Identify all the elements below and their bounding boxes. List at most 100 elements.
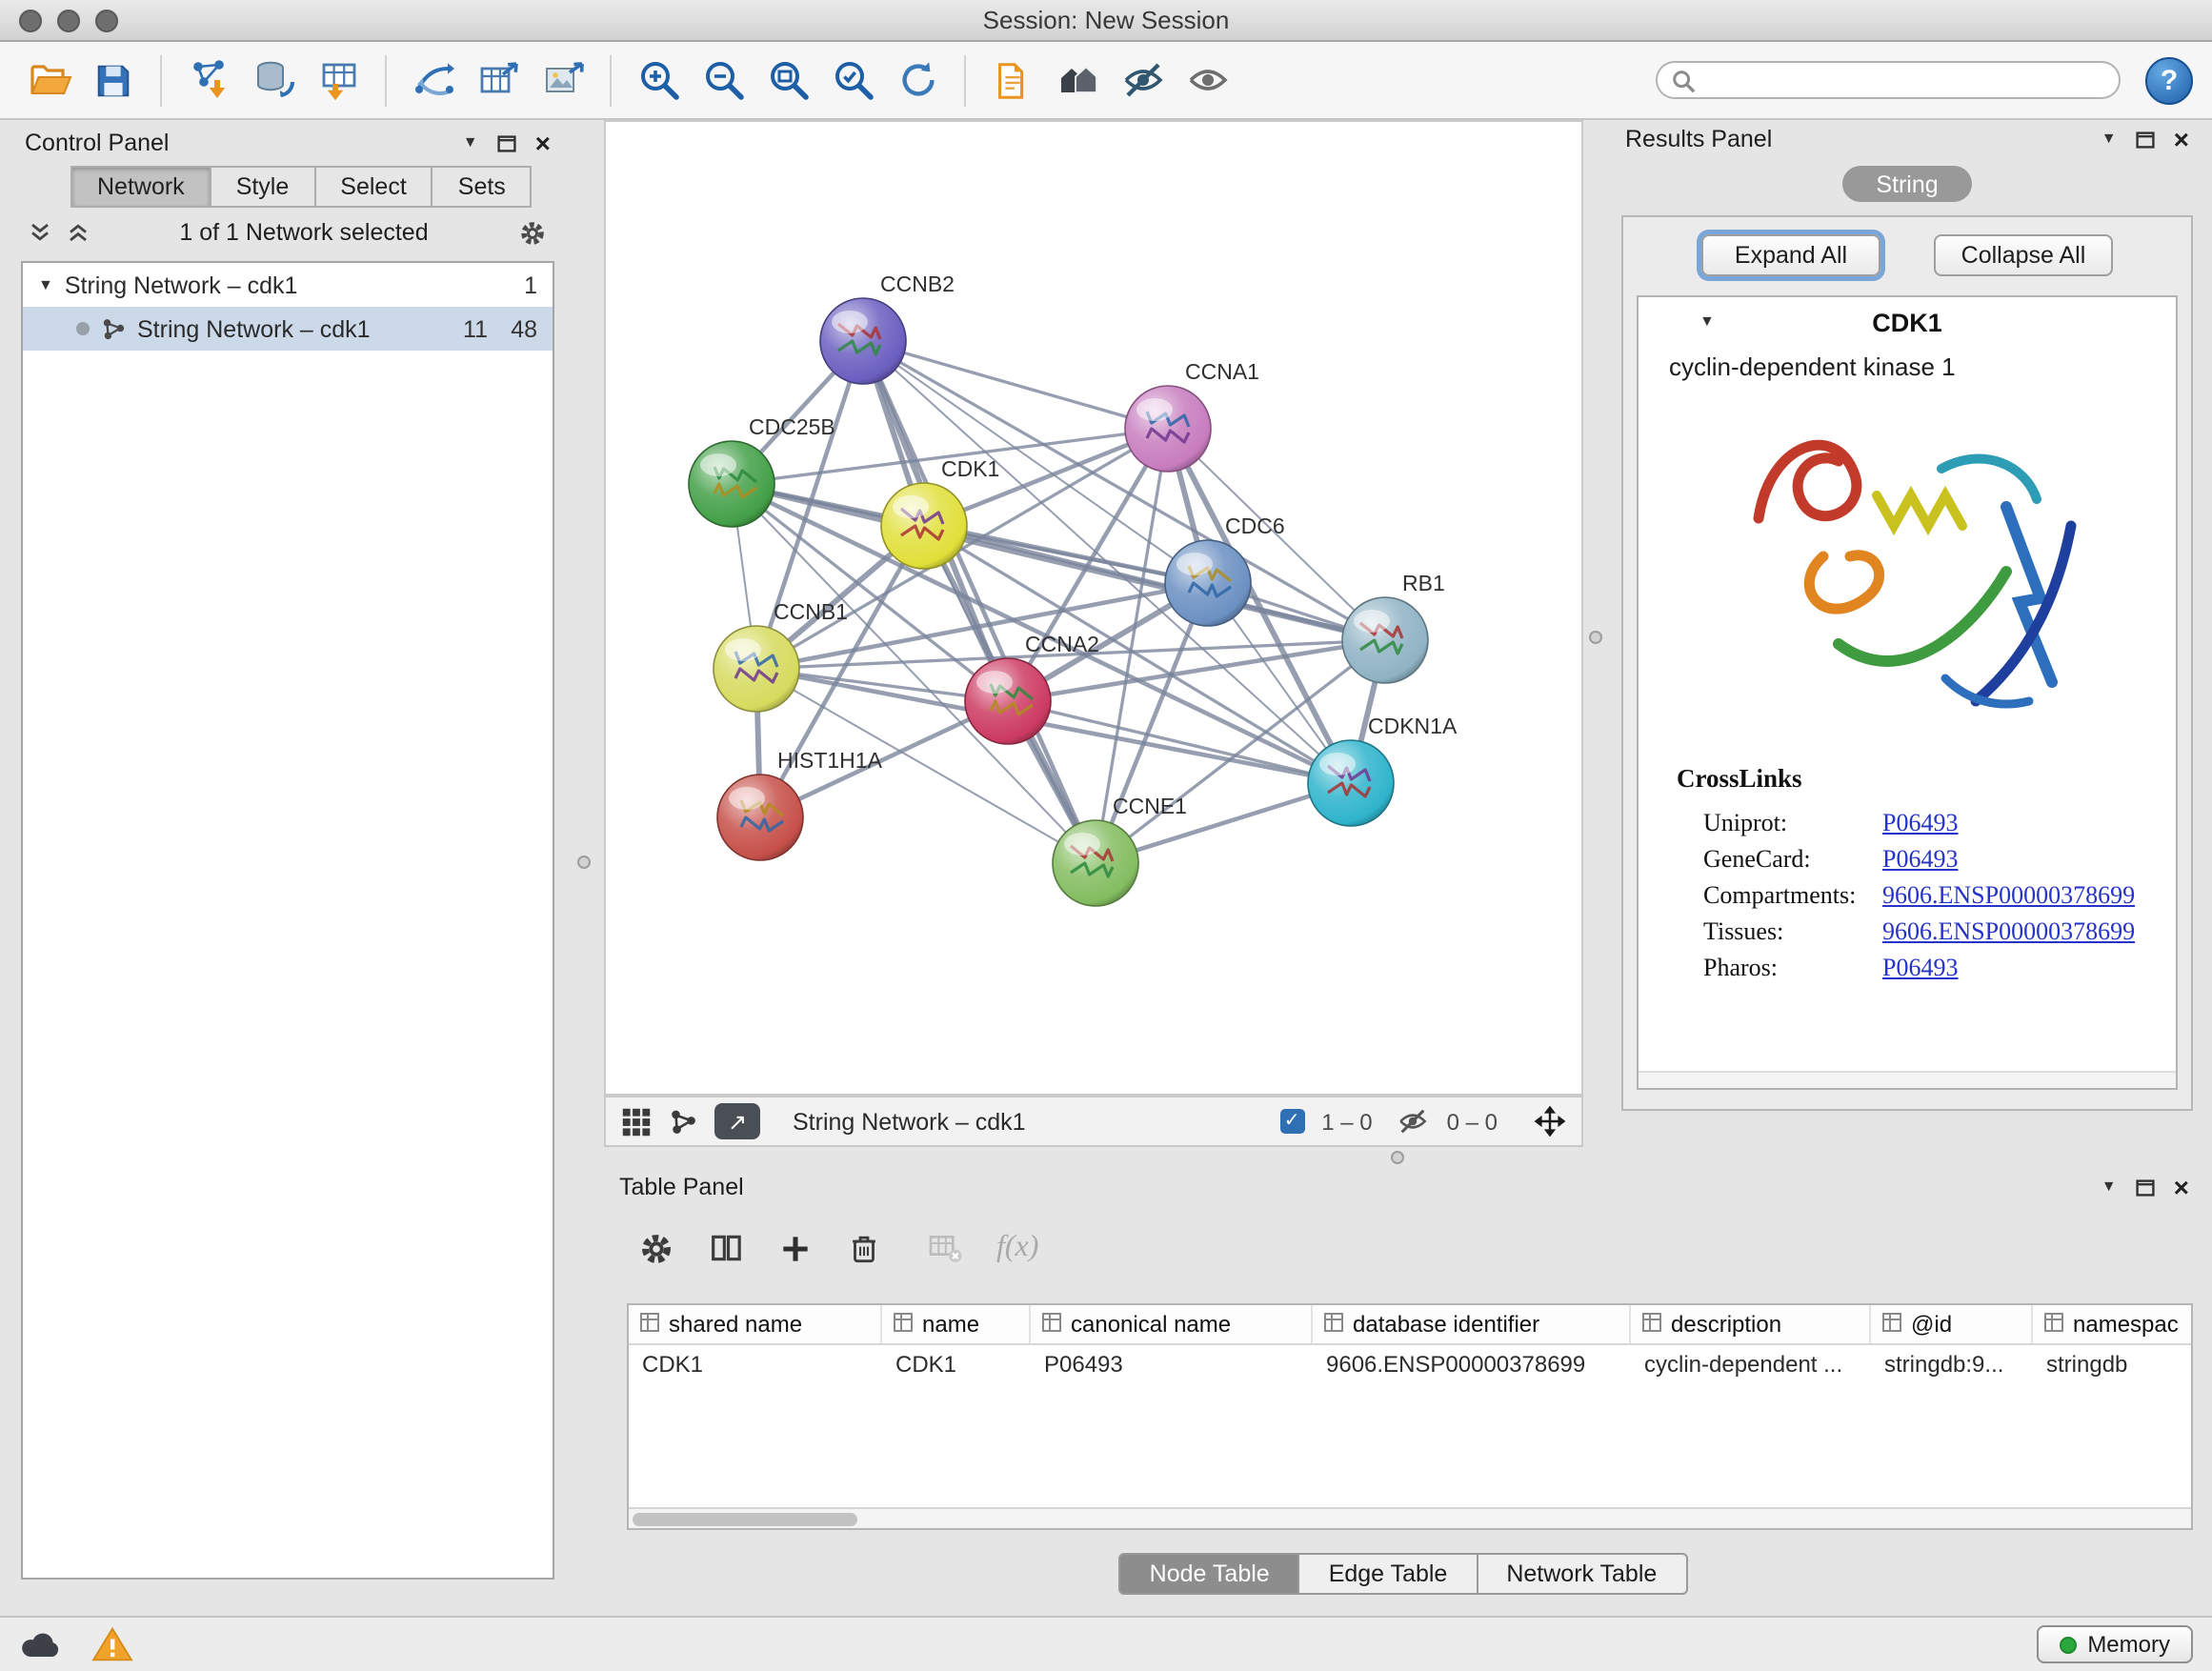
table-cell[interactable]: P06493 [1031,1345,1313,1383]
column-header-description[interactable]: description [1631,1305,1871,1343]
splitter-handle[interactable] [1391,1151,1404,1164]
table-cell[interactable]: cyclin-dependent ... [1631,1345,1871,1383]
open-session-button[interactable] [19,50,78,110]
warning-button[interactable] [91,1625,133,1663]
memory-button[interactable]: Memory [2036,1625,2193,1663]
float-panel-icon[interactable] [497,134,516,151]
network-row[interactable]: String Network – cdk1 11 48 [23,307,553,351]
show-columns-button[interactable] [707,1229,745,1267]
zoom-out-button[interactable] [694,50,753,110]
collapse-all-button[interactable]: Collapse All [1934,234,2113,276]
birdseye-toggle-button[interactable] [1534,1105,1566,1137]
column-header-namespac[interactable]: namespac [2033,1305,2193,1343]
crosslink-link[interactable]: 9606.ENSP00000378699 [1882,879,2135,910]
grid-view-button[interactable] [621,1106,652,1137]
network-node-hist1h1a[interactable]: HIST1H1A [717,748,883,860]
splitter-handle[interactable] [1589,631,1602,644]
close-panel-icon[interactable]: × [2174,126,2189,152]
collapse-panel-icon[interactable]: ▼ [463,135,478,151]
cloud-button[interactable] [19,1628,65,1661]
crosslink-link[interactable]: P06493 [1882,952,1958,982]
collapse-all-icon[interactable] [29,221,51,244]
export-table-button[interactable] [469,50,528,110]
network-collection-row[interactable]: ▼ String Network – cdk1 1 [23,263,553,307]
hidden-eye-icon[interactable] [1398,1105,1430,1137]
splitter-handle[interactable] [577,856,591,869]
workspace: Control Panel ▼ × Network Style Select S… [0,120,2212,1616]
close-panel-icon[interactable]: × [535,130,551,156]
hide-selected-button[interactable] [1113,50,1172,110]
network-node-cdk1[interactable]: CDK1 [881,456,999,569]
collapse-panel-icon[interactable]: ▼ [2101,1179,2117,1195]
tab-edge-table[interactable]: Edge Table [1298,1553,1478,1595]
selected-checkbox-icon[interactable]: ✓ [1279,1109,1304,1134]
help-button[interactable]: ? [2145,56,2193,104]
share-view-button[interactable] [669,1107,697,1136]
horizontal-scrollbar[interactable] [629,1507,2191,1528]
show-all-button[interactable] [1177,50,1237,110]
open-in-window-button[interactable]: ↗ [714,1103,760,1139]
network-graph[interactable]: CCNB2CCNA1CDC25BCDK1CDC6RB1CCNB1CCNA2CDK… [606,122,1581,1094]
zoom-selected-button[interactable] [823,50,882,110]
string-tab[interactable]: String [1842,166,1972,202]
column-header-name[interactable]: name [882,1305,1031,1343]
network-canvas[interactable]: CCNB2CCNA1CDC25BCDK1CDC6RB1CCNB1CCNA2CDK… [604,120,1583,1096]
network-node-cdc25b[interactable]: CDC25B [689,414,835,527]
collapse-panel-icon[interactable]: ▼ [2101,131,2117,147]
table-options-button[interactable] [638,1230,674,1266]
search-box[interactable] [1656,61,2121,99]
expand-all-button[interactable]: Expand All [1701,234,1880,276]
delete-table-button[interactable] [926,1229,964,1267]
table-cell[interactable]: stringdb [2033,1345,2193,1383]
refresh-button[interactable] [888,50,947,110]
tab-network[interactable]: Network [70,166,210,208]
tab-node-table[interactable]: Node Table [1119,1553,1300,1595]
crosslink-link[interactable]: 9606.ENSP00000378699 [1882,916,2135,946]
network-node-ccnb2[interactable]: CCNB2 [820,272,955,384]
float-panel-icon[interactable] [2136,131,2155,148]
expand-all-icon[interactable] [67,221,90,244]
zoom-fit-button[interactable] [758,50,817,110]
zoom-in-button[interactable] [629,50,688,110]
close-panel-icon[interactable]: × [2174,1174,2189,1200]
gear-icon[interactable] [518,218,547,247]
crosslink-link[interactable]: P06493 [1882,807,1958,837]
gene-collapse-caret[interactable]: ▼ [1699,314,1715,330]
network-node-rb1[interactable]: RB1 [1342,571,1445,683]
tab-network-table[interactable]: Network Table [1476,1553,1687,1595]
tab-sets[interactable]: Sets [432,166,533,208]
table-row[interactable]: CDK1CDK1P064939606.ENSP00000378699cyclin… [629,1345,2191,1383]
export-image-button[interactable] [533,50,593,110]
window-zoom-button[interactable] [95,9,118,31]
table-cell[interactable]: CDK1 [882,1345,1031,1383]
import-table-button[interactable] [309,50,368,110]
import-network-database-button[interactable] [244,50,303,110]
function-builder-button[interactable]: f(x) [996,1231,1038,1265]
column-header-shared-name[interactable]: shared name [629,1305,882,1343]
tab-select[interactable]: Select [313,166,432,208]
table-cell[interactable]: CDK1 [629,1345,882,1383]
delete-column-button[interactable] [846,1230,882,1266]
table-cell[interactable]: stringdb:9... [1871,1345,2033,1383]
table-cell[interactable]: 9606.ENSP00000378699 [1313,1345,1631,1383]
network-node-ccna1[interactable]: CCNA1 [1125,359,1259,472]
card-scrollbar[interactable] [1639,1071,2176,1088]
tab-style[interactable]: Style [210,166,314,208]
column-header-database-identifier[interactable]: database identifier [1313,1305,1631,1343]
notes-document-button[interactable] [983,50,1042,110]
float-panel-icon[interactable] [2136,1178,2155,1196]
create-column-button[interactable] [777,1230,814,1266]
save-session-button[interactable] [84,50,143,110]
tree-expand-caret[interactable]: ▼ [38,277,53,292]
crosslink-link[interactable]: P06493 [1882,843,1958,874]
column-header--id[interactable]: @id [1871,1305,2033,1343]
window-minimize-button[interactable] [57,9,80,31]
import-network-file-button[interactable] [179,50,238,110]
first-neighbors-button[interactable] [1048,50,1107,110]
export-network-button[interactable] [404,50,463,110]
scrollbar-thumb[interactable] [633,1513,857,1526]
column-header-canonical-name[interactable]: canonical name [1031,1305,1313,1343]
network-node-cdkn1a[interactable]: CDKN1A [1308,714,1458,826]
search-input[interactable] [1705,67,2105,93]
window-close-button[interactable] [19,9,42,31]
